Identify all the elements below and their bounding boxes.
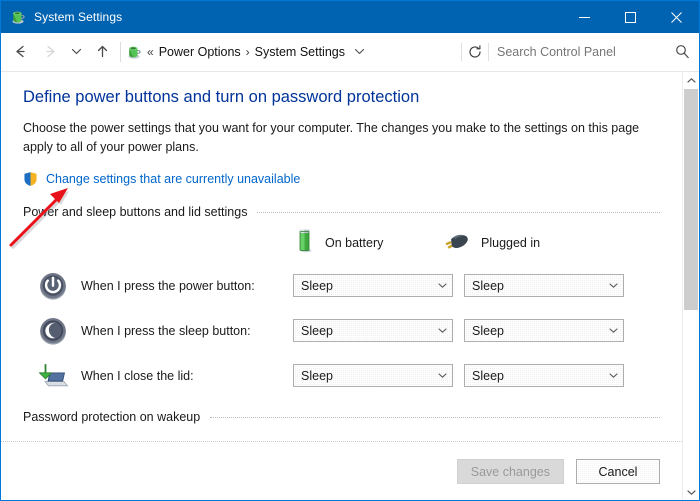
breadcrumb-item-system-settings[interactable]: System Settings bbox=[255, 45, 345, 59]
change-settings-link-label[interactable]: Change settings that are currently unava… bbox=[46, 172, 300, 186]
scrollbar-thumb[interactable] bbox=[684, 89, 698, 310]
breadcrumb[interactable]: « Power Options › System Settings bbox=[126, 40, 461, 64]
search-box[interactable]: Search Control Panel bbox=[489, 40, 695, 64]
maximize-icon[interactable] bbox=[607, 1, 653, 33]
chevron-down-icon[interactable] bbox=[432, 326, 452, 335]
page-description: Choose the power settings that you want … bbox=[23, 119, 643, 157]
action-bar: Save changes Cancel bbox=[1, 441, 682, 501]
chevron-down-icon[interactable] bbox=[432, 281, 452, 290]
sleep-moon-icon bbox=[37, 315, 69, 347]
sleep-button-on-battery-select[interactable]: Sleep bbox=[293, 319, 453, 342]
chevron-down-icon[interactable] bbox=[432, 371, 452, 380]
recent-locations-button[interactable] bbox=[65, 37, 87, 67]
section-power-buttons: Power and sleep buttons and lid settings bbox=[23, 205, 660, 219]
column-on-battery: On battery bbox=[295, 228, 443, 259]
setting-row-close-lid-label: When I close the lid: bbox=[81, 369, 293, 383]
section-divider bbox=[210, 417, 660, 418]
column-plugged-in: Plugged in bbox=[443, 230, 540, 257]
chevron-down-icon[interactable] bbox=[603, 371, 623, 380]
chevron-right-icon: › bbox=[246, 45, 250, 59]
close-lid-plugged-in-value: Sleep bbox=[465, 369, 603, 383]
setting-row-sleep-button-label: When I press the sleep button: bbox=[81, 324, 293, 338]
power-plug-icon bbox=[443, 230, 471, 257]
power-button-on-battery-select[interactable]: Sleep bbox=[293, 274, 453, 297]
chevron-down-icon[interactable] bbox=[603, 326, 623, 335]
close-icon[interactable] bbox=[653, 1, 699, 33]
close-lid-on-battery-select[interactable]: Sleep bbox=[293, 364, 453, 387]
breadcrumb-item-power-options[interactable]: Power Options bbox=[159, 45, 241, 59]
window-title: System Settings bbox=[34, 10, 561, 24]
column-plugged-in-label: Plugged in bbox=[481, 236, 540, 250]
setting-row-power-button-label: When I press the power button: bbox=[81, 279, 293, 293]
power-options-icon bbox=[10, 9, 26, 25]
vertical-scrollbar[interactable] bbox=[682, 71, 699, 501]
section-password-protection: Password protection on wakeup bbox=[23, 410, 660, 424]
toolbar-divider bbox=[120, 42, 121, 62]
search-input[interactable]: Search Control Panel bbox=[497, 45, 669, 59]
setting-row-close-lid: When I close the lid: Sleep Sleep bbox=[23, 353, 660, 398]
breadcrumb-dropdown-icon[interactable] bbox=[349, 40, 369, 64]
search-icon[interactable] bbox=[669, 44, 695, 59]
breadcrumb-overflow-icon[interactable]: « bbox=[147, 45, 154, 59]
settings-pane: Define power buttons and turn on passwor… bbox=[1, 71, 682, 501]
window-controls bbox=[561, 1, 699, 33]
power-button-on-battery-value: Sleep bbox=[294, 279, 432, 293]
uac-shield-icon bbox=[23, 171, 38, 187]
close-lid-on-battery-value: Sleep bbox=[294, 369, 432, 383]
title-bar: System Settings bbox=[1, 1, 699, 33]
power-button-plugged-in-select[interactable]: Sleep bbox=[464, 274, 624, 297]
pane-inner: Define power buttons and turn on passwor… bbox=[1, 72, 682, 441]
section-power-buttons-title: Power and sleep buttons and lid settings bbox=[23, 205, 247, 219]
page-title: Define power buttons and turn on passwor… bbox=[23, 88, 660, 107]
power-button-icon bbox=[37, 270, 69, 302]
address-bar: « Power Options › System Settings Search… bbox=[1, 33, 699, 71]
section-divider bbox=[257, 212, 660, 213]
sleep-button-plugged-in-value: Sleep bbox=[465, 324, 603, 338]
laptop-lid-icon bbox=[37, 360, 69, 392]
forward-button bbox=[35, 37, 65, 67]
scrollbar-track[interactable] bbox=[683, 89, 699, 484]
power-button-plugged-in-value: Sleep bbox=[465, 279, 603, 293]
chevron-down-icon[interactable] bbox=[603, 281, 623, 290]
up-button[interactable] bbox=[87, 37, 117, 67]
scroll-up-icon[interactable] bbox=[683, 72, 699, 89]
column-on-battery-label: On battery bbox=[325, 236, 383, 250]
breadcrumb-power-options-icon bbox=[126, 44, 142, 60]
sleep-button-plugged-in-select[interactable]: Sleep bbox=[464, 319, 624, 342]
column-headers: On battery Plugged in bbox=[23, 223, 660, 263]
battery-icon bbox=[295, 228, 315, 259]
change-settings-link[interactable]: Change settings that are currently unava… bbox=[23, 171, 660, 187]
minimize-icon[interactable] bbox=[561, 1, 607, 33]
section-password-protection-title: Password protection on wakeup bbox=[23, 410, 200, 424]
setting-row-power-button: When I press the power button: Sleep Sle… bbox=[23, 263, 660, 308]
refresh-icon[interactable] bbox=[462, 40, 488, 64]
sleep-button-on-battery-value: Sleep bbox=[294, 324, 432, 338]
cancel-button[interactable]: Cancel bbox=[576, 459, 660, 484]
content-area: Define power buttons and turn on passwor… bbox=[1, 71, 699, 501]
back-button[interactable] bbox=[5, 37, 35, 67]
system-settings-window: System Settings bbox=[0, 0, 700, 501]
close-lid-plugged-in-select[interactable]: Sleep bbox=[464, 364, 624, 387]
scroll-down-icon[interactable] bbox=[683, 484, 699, 501]
setting-row-sleep-button: When I press the sleep button: Sleep Sle… bbox=[23, 308, 660, 353]
save-changes-button: Save changes bbox=[457, 459, 564, 484]
